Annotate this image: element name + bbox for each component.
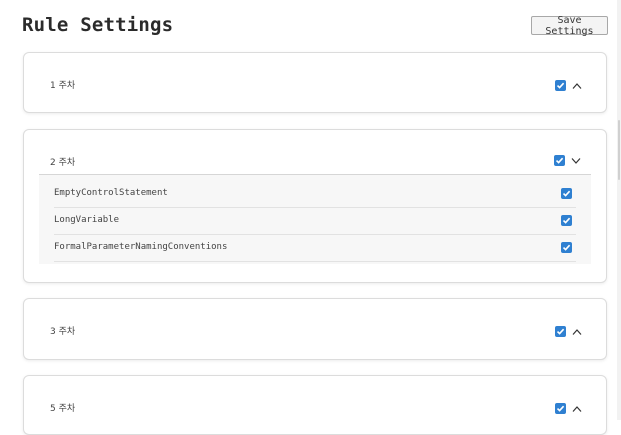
rule-checkbox[interactable] — [561, 215, 572, 226]
week-card-1: 1 주차 — [23, 52, 607, 113]
week-card-5: 5 주차 — [23, 375, 607, 435]
chevron-up-icon[interactable] — [572, 328, 582, 336]
week-label: 3 주차 — [50, 327, 76, 337]
checkmark-icon — [555, 157, 564, 164]
week-label: 1 주차 — [50, 81, 76, 91]
chevron-up-icon[interactable] — [572, 82, 582, 90]
checkmark-icon — [562, 217, 571, 224]
rule-name: LongVariable — [54, 215, 120, 225]
checkmark-icon — [556, 405, 565, 412]
scrollbar-track[interactable] — [617, 0, 621, 420]
rule-list: EmptyControlStatement LongVariable Forma… — [39, 175, 591, 264]
rule-checkbox[interactable] — [561, 242, 572, 253]
week-label: 5 주차 — [50, 404, 76, 414]
week-checkbox[interactable] — [555, 326, 566, 337]
rule-row: FormalParameterNamingConventions — [54, 234, 576, 262]
week-label: 2 주차 — [50, 158, 76, 168]
rule-settings-page: Rule Settings Save Settings 1 주차 2 주차 Em… — [0, 0, 621, 435]
checkmark-icon — [562, 244, 571, 251]
checkmark-icon — [556, 82, 565, 89]
rule-row: LongVariable — [54, 207, 576, 235]
save-settings-button[interactable]: Save Settings — [531, 15, 608, 37]
week-card-2: 2 주차 EmptyControlStatement LongVariable … — [23, 129, 607, 283]
rule-name: FormalParameterNamingConventions — [54, 242, 228, 252]
checkmark-icon — [562, 190, 571, 197]
rule-name: EmptyControlStatement — [54, 188, 168, 198]
chevron-down-icon[interactable] — [571, 157, 581, 165]
rule-checkbox[interactable] — [561, 188, 572, 199]
week-checkbox[interactable] — [555, 80, 566, 91]
scrollbar-thumb[interactable] — [618, 120, 620, 180]
week-checkbox[interactable] — [554, 155, 565, 166]
rule-row: EmptyControlStatement — [54, 180, 576, 208]
chevron-up-icon[interactable] — [572, 405, 582, 413]
week-card-3: 3 주차 — [23, 298, 607, 360]
checkmark-icon — [556, 328, 565, 335]
week-checkbox[interactable] — [555, 403, 566, 414]
page-title: Rule Settings — [22, 14, 174, 36]
